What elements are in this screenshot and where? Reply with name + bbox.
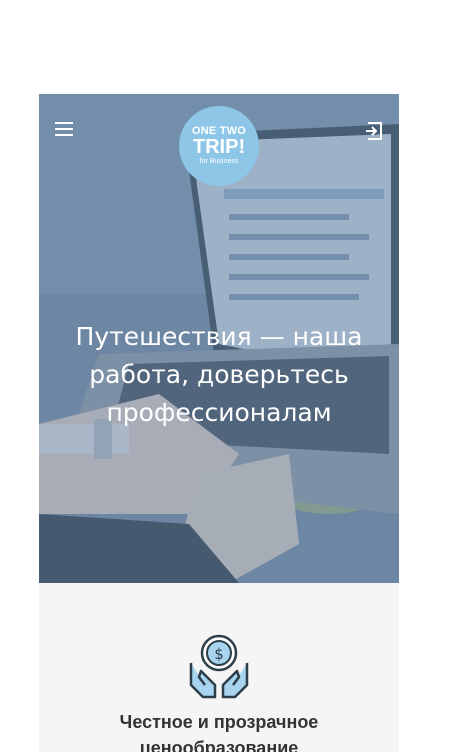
login-icon[interactable] <box>364 121 384 141</box>
logo-line3: for Business <box>199 158 239 165</box>
money-hands-icon: $ <box>189 634 249 699</box>
hamburger-menu-icon[interactable] <box>55 122 73 136</box>
feature-title: Честное и прозрачное ценообразование <box>119 712 319 752</box>
onetwotrip-business-logo[interactable]: ONE TWO TRIP! for Business <box>179 106 259 186</box>
hero-section: ONE TWO TRIP! for Business Путешествия —… <box>39 94 399 583</box>
logo-line2: TRIP! <box>192 136 246 158</box>
mobile-page: ONE TWO TRIP! for Business Путешествия —… <box>39 94 399 752</box>
svg-text:$: $ <box>214 645 224 663</box>
feature-section: $ Честное и прозрачное ценообразование <box>39 583 399 752</box>
hero-title: Путешествия — наша работа, доверьтесь пр… <box>75 322 363 427</box>
